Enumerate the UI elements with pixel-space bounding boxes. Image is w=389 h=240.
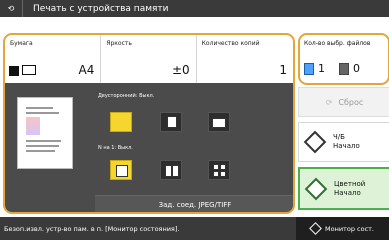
four-on-one-button[interactable] (208, 160, 230, 180)
thumb-line (26, 145, 59, 147)
page-icon (213, 171, 219, 177)
color-start-line2: Начало (334, 188, 361, 197)
reset-label: Сброс (338, 97, 364, 107)
page-icon (167, 116, 177, 128)
thumb-line (26, 150, 55, 152)
density-value: ±0 (171, 63, 190, 77)
status-monitor-button[interactable]: Монитор сост. (296, 217, 389, 240)
page-icon (212, 118, 226, 128)
copies-value: 1 (279, 63, 287, 77)
color-start-line1: Цветной (334, 179, 366, 188)
duplex-off-button[interactable] (110, 112, 132, 132)
jpeg-tiff-settings-label: Зад. соед. JPEG/TIFF (158, 200, 232, 209)
paper-value: A4 (78, 63, 95, 77)
reset-icon: ⟳ (325, 97, 333, 107)
duplex-short-edge-button[interactable] (208, 112, 230, 132)
status-monitor-icon (309, 222, 322, 235)
title-bar: ⟲ Печать с устройства памяти (0, 0, 389, 17)
bw-start-icon (303, 130, 327, 154)
jpeg-tiff-settings-button[interactable]: Зад. соед. JPEG/TIFF (95, 195, 293, 212)
selected-files-counts: 1 0 (304, 62, 360, 75)
page-icon (220, 164, 226, 170)
page-icon (172, 165, 179, 177)
color-start-icon (304, 177, 328, 200)
status-bar: Безоп.извл. устр-во пам. в п. [Монитор с… (0, 217, 389, 240)
bw-start-label: Ч/Б Начало (333, 133, 360, 151)
bw-start-button[interactable]: Ч/Б Начало (298, 122, 389, 162)
duplex-label: Двусторонний: Выкл. (98, 93, 155, 99)
thumb-line (26, 140, 61, 142)
duplex-long-edge-button[interactable] (160, 112, 182, 132)
selected-count: 1 (318, 62, 325, 75)
unselected-file-icon (339, 62, 349, 75)
status-monitor-label: Монитор сост. (325, 224, 374, 233)
selected-files-box: Кол-во выбр. файлов 1 0 (298, 33, 389, 85)
single-page-icon (116, 165, 128, 177)
reset-button[interactable]: ⟳ Сброс (298, 87, 389, 117)
page-icon (220, 171, 226, 177)
density-setting[interactable]: Яркость ±0 (101, 35, 197, 83)
right-panel: Кол-во выбр. файлов 1 0 ⟳ Сброс Ч/Б Нача… (298, 33, 389, 210)
tray-icon (22, 65, 36, 75)
n-on-1-label: N на 1: Выкл. (98, 145, 133, 151)
selected-files-label: Кол-во выбр. файлов (304, 40, 371, 47)
window-title: Печать с устройства памяти (33, 3, 169, 14)
other-count: 0 (353, 62, 360, 75)
paper-icon (9, 66, 19, 76)
copies-label: Количество копий (201, 40, 260, 47)
copies-setting[interactable]: Количество копий 1 (197, 35, 293, 83)
thumb-image-block (26, 117, 40, 135)
page-icon (213, 164, 219, 170)
thumb-line (26, 107, 53, 109)
preview-area: Двусторонний: Выкл. N на 1: Выкл. Зад. с… (5, 83, 293, 212)
n-on-1-off-button[interactable] (110, 160, 132, 180)
back-button[interactable]: ⟲ (0, 0, 23, 17)
page-thumbnail (17, 97, 73, 169)
thumb-line (26, 112, 59, 114)
paper-label: Бумага (10, 40, 33, 47)
back-arrow-icon: ⟲ (7, 4, 15, 13)
bw-start-line1: Ч/Б (333, 133, 345, 141)
density-label: Яркость (106, 40, 132, 47)
status-message: Безоп.извл. устр-во пам. в п. [Монитор с… (4, 224, 180, 233)
settings-row: Бумага A4 Яркость ±0 Количество копий 1 (5, 35, 293, 83)
print-settings-panel: Бумага A4 Яркость ±0 Количество копий 1 … (3, 33, 295, 214)
bw-start-line2: Начало (333, 142, 360, 150)
color-start-button[interactable]: Цветной Начало (298, 167, 389, 210)
selected-file-icon (304, 62, 314, 75)
paper-setting[interactable]: Бумага A4 (5, 35, 102, 83)
color-start-label: Цветной Начало (334, 180, 365, 198)
page-icon (165, 165, 172, 177)
two-on-one-button[interactable] (160, 160, 182, 180)
